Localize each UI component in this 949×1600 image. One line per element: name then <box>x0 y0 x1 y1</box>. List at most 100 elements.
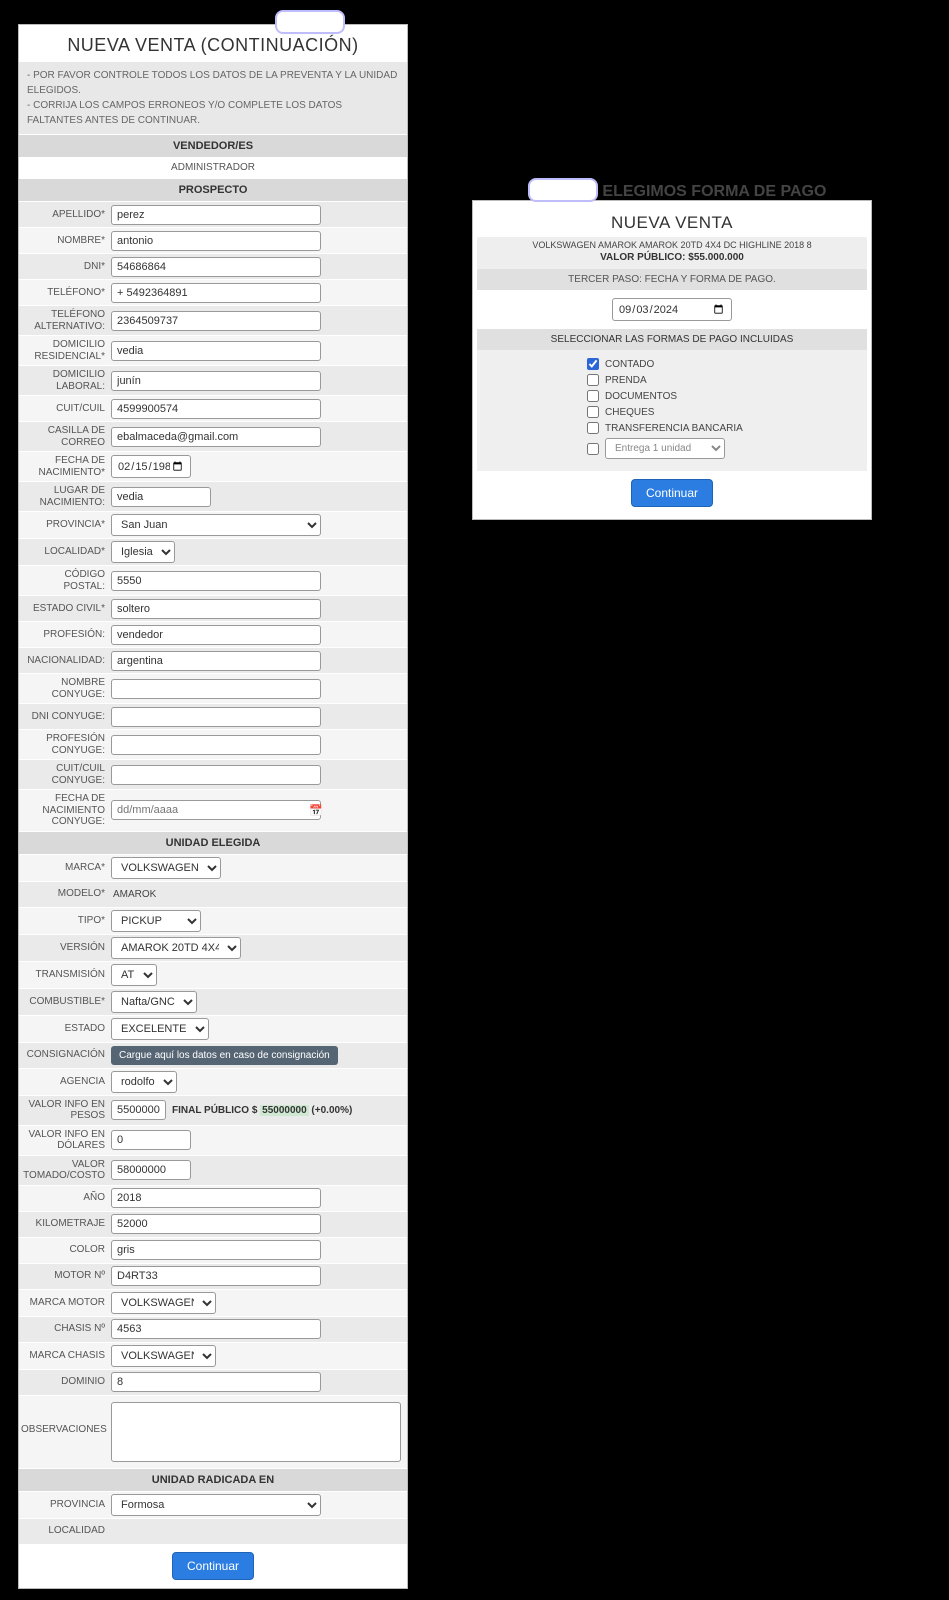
checkbox-transferencia[interactable] <box>587 422 599 434</box>
form-nueva-venta-continuacion: NUEVA VENTA (CONTINUACIÓN) - POR FAVOR C… <box>18 24 408 1589</box>
select-agencia[interactable]: rodolfo <box>111 1071 177 1093</box>
label-anio: AÑO <box>19 1189 111 1207</box>
label-color: COLOR <box>19 1241 111 1259</box>
continuar-row-right: Continuar <box>477 471 867 515</box>
step-bar: TERCER PASO: FECHA Y FORMA DE PAGO. <box>477 269 867 290</box>
section-unidad-elegida: UNIDAD ELEGIDA <box>19 831 407 854</box>
label-dni-cony: DNI CONYUGE: <box>19 708 111 726</box>
input-valor-pesos[interactable] <box>111 1100 166 1120</box>
input-prof-cony[interactable] <box>111 735 321 755</box>
label-estado-civil: ESTADO CIVIL* <box>19 600 111 618</box>
select-localidad[interactable]: Iglesia <box>111 541 175 563</box>
input-lnac[interactable] <box>111 487 211 507</box>
input-dom-lab[interactable] <box>111 371 321 391</box>
continuar-button-left[interactable]: Continuar <box>172 1552 254 1580</box>
input-anio[interactable] <box>111 1188 321 1208</box>
label-casilla: CASILLA DE CORREO <box>19 422 111 451</box>
input-fnac[interactable] <box>111 455 191 478</box>
modelo-value: AMAROK <box>111 889 156 900</box>
label-profesion: PROFESIÓN: <box>19 626 111 644</box>
checkbox-cheques[interactable] <box>587 406 599 418</box>
tab-hint-right <box>528 178 598 202</box>
label-localidad: LOCALIDAD* <box>19 543 111 561</box>
select-provincia[interactable]: San Juan <box>111 514 321 536</box>
instruction-line-1: - POR FAVOR CONTROLE TODOS LOS DATOS DE … <box>27 68 399 98</box>
label-apellido: APELLIDO* <box>19 206 111 224</box>
select-rad-provincia[interactable]: Formosa <box>111 1494 321 1516</box>
input-nacionalidad[interactable] <box>111 651 321 671</box>
input-motor-n[interactable] <box>111 1266 321 1286</box>
label-tipo: TIPO* <box>19 912 111 930</box>
label-nombre: NOMBRE* <box>19 232 111 250</box>
final-value: 55000000 <box>260 1105 309 1116</box>
input-km[interactable] <box>111 1214 321 1234</box>
input-fecha-pago[interactable] <box>612 298 732 321</box>
calendar-icon: 📅 <box>309 804 323 817</box>
input-fnac-cony[interactable] <box>111 800 321 820</box>
label-dominio: DOMINIO <box>19 1373 111 1391</box>
input-dni[interactable] <box>111 257 321 277</box>
section-vendedor: VENDEDOR/ES <box>19 134 407 157</box>
label-modelo: MODELO* <box>19 885 111 903</box>
tab-hint-left <box>275 10 345 34</box>
checkbox-prenda[interactable] <box>587 374 599 386</box>
select-version[interactable]: AMAROK 20TD 4X4 DC HI <box>111 937 241 959</box>
consignacion-button[interactable]: Cargue aquí los datos en caso de consign… <box>111 1046 338 1065</box>
checkbox-contado[interactable] <box>587 358 599 370</box>
select-marca-motor[interactable]: VOLKSWAGEN <box>111 1292 216 1314</box>
continuar-button-right[interactable]: Continuar <box>631 479 713 507</box>
input-profesion[interactable] <box>111 625 321 645</box>
input-cp[interactable] <box>111 571 321 591</box>
input-nombre-cony[interactable] <box>111 679 321 699</box>
label-nacionalidad: NACIONALIDAD: <box>19 652 111 670</box>
input-apellido[interactable] <box>111 205 321 225</box>
label-combustible: COMBUSTIBLE* <box>19 993 111 1011</box>
checkbox-entrega[interactable] <box>587 443 599 455</box>
input-dominio[interactable] <box>111 1372 321 1392</box>
label-observaciones: OBSERVACIONES <box>19 1400 111 1439</box>
label-km: KILOMETRAJE <box>19 1215 111 1233</box>
select-marca[interactable]: VOLKSWAGEN <box>111 857 221 879</box>
input-telefono-alt[interactable] <box>111 311 321 331</box>
input-dni-cony[interactable] <box>111 707 321 727</box>
label-dni: DNI* <box>19 258 111 276</box>
section-prospecto: PROSPECTO <box>19 178 407 201</box>
input-cuit[interactable] <box>111 399 321 419</box>
label-cheques: CHEQUES <box>605 407 654 418</box>
label-provincia: PROVINCIA* <box>19 516 111 534</box>
input-dom-res[interactable] <box>111 341 321 361</box>
label-agencia: AGENCIA <box>19 1073 111 1091</box>
input-estado-civil[interactable] <box>111 599 321 619</box>
select-tipo[interactable]: PICKUP <box>111 910 201 932</box>
select-combustible[interactable]: Nafta/GNC <box>111 991 197 1013</box>
input-cuit-cony[interactable] <box>111 765 321 785</box>
input-color[interactable] <box>111 1240 321 1260</box>
form-instructions: - POR FAVOR CONTROLE TODOS LOS DATOS DE … <box>19 62 407 134</box>
select-entrega-unidad[interactable]: Entrega 1 unidad <box>605 438 725 459</box>
label-dom-res: DOMICILIO RESIDENCIAL* <box>19 336 111 365</box>
select-estado[interactable]: EXCELENTE <box>111 1018 209 1040</box>
input-nombre[interactable] <box>111 231 321 251</box>
label-telefono: TELÉFONO* <box>19 284 111 302</box>
final-label: FINAL PÚBLICO $ <box>172 1105 260 1116</box>
input-casilla[interactable] <box>111 427 321 447</box>
right-title: NUEVA VENTA <box>477 205 867 237</box>
label-valor-tomado: VALOR TOMADO/COSTO <box>19 1156 111 1185</box>
select-marca-chasis[interactable]: VOLKSWAGEN <box>111 1345 216 1367</box>
input-chasis-n[interactable] <box>111 1319 321 1339</box>
final-publico-text: FINAL PÚBLICO $ 55000000 (+0.00%) <box>172 1105 352 1116</box>
select-transmision[interactable]: AT <box>111 964 157 986</box>
input-telefono[interactable] <box>111 283 321 303</box>
checkbox-documentos[interactable] <box>587 390 599 402</box>
label-version: VERSIÓN <box>19 939 111 957</box>
label-cp: CÓDIGO POSTAL: <box>19 566 111 595</box>
label-cuit: CUIT/CUIL <box>19 400 111 418</box>
input-valor-tomado[interactable] <box>111 1160 191 1180</box>
input-valor-usd[interactable] <box>111 1130 191 1150</box>
date-row <box>477 290 867 329</box>
textarea-observaciones[interactable] <box>111 1402 401 1462</box>
select-formas-header: SELECCIONAR LAS FORMAS DE PAGO INCLUIDAS <box>477 329 867 350</box>
label-chasis-n: CHASIS Nº <box>19 1320 111 1338</box>
label-estado: ESTADO <box>19 1020 111 1038</box>
final-pct: (+0.00%) <box>309 1105 353 1116</box>
